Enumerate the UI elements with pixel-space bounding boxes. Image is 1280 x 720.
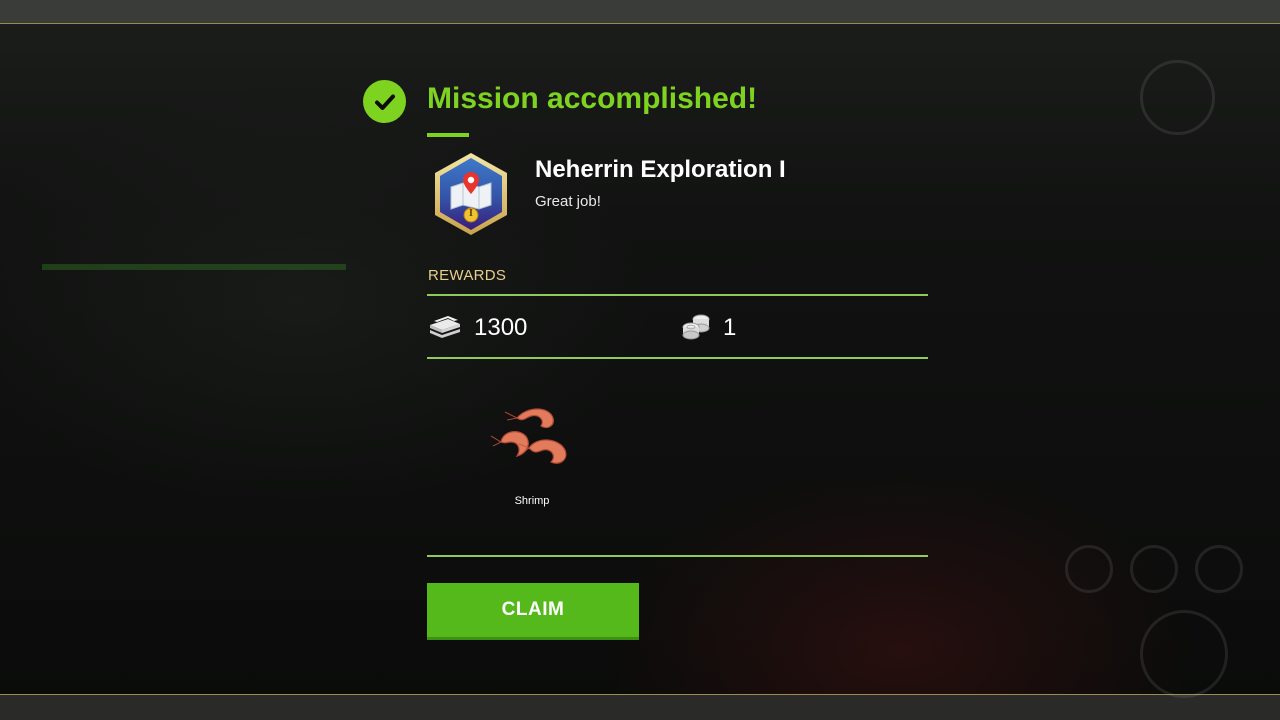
background-hud-button [1130, 545, 1178, 593]
cash-reward: 1300 [428, 311, 527, 345]
bottom-divider [0, 694, 1280, 695]
checkmark-icon [363, 80, 406, 123]
coin-amount: 1 [723, 314, 737, 341]
rewards-heading: REWARDS [428, 267, 507, 284]
rewards-bottom-divider [427, 555, 928, 557]
bottom-hud-strip [0, 695, 1280, 720]
claim-button[interactable]: CLAIM [427, 583, 639, 640]
background-hud-button [1065, 545, 1113, 593]
cash-stack-icon [428, 313, 462, 344]
background-hud-button [1140, 610, 1228, 698]
map-pin-badge-icon: I [432, 151, 510, 237]
claim-button-label: CLAIM [501, 599, 565, 620]
rewards-top-divider [427, 294, 928, 296]
mission-subtitle: Great job! [535, 193, 601, 210]
background-hud-button [1195, 545, 1243, 593]
top-divider [0, 23, 1280, 24]
top-hud-strip [0, 0, 1280, 24]
reward-item: Shrimp [484, 398, 580, 507]
badge-numeral: I [469, 208, 473, 219]
title-underline [427, 133, 469, 137]
shrimp-icon [487, 398, 577, 483]
coin-reward: 1 [681, 311, 736, 345]
background-minimap [1140, 60, 1215, 135]
mission-name: Neherrin Exploration I [535, 156, 786, 183]
cash-amount: 1300 [474, 314, 528, 341]
dialog-title: Mission accomplished! [427, 82, 758, 115]
background-progress-bar [42, 264, 346, 270]
item-name: Shrimp [514, 495, 550, 507]
rewards-mid-divider [427, 357, 928, 359]
coin-stack-icon [681, 312, 711, 345]
